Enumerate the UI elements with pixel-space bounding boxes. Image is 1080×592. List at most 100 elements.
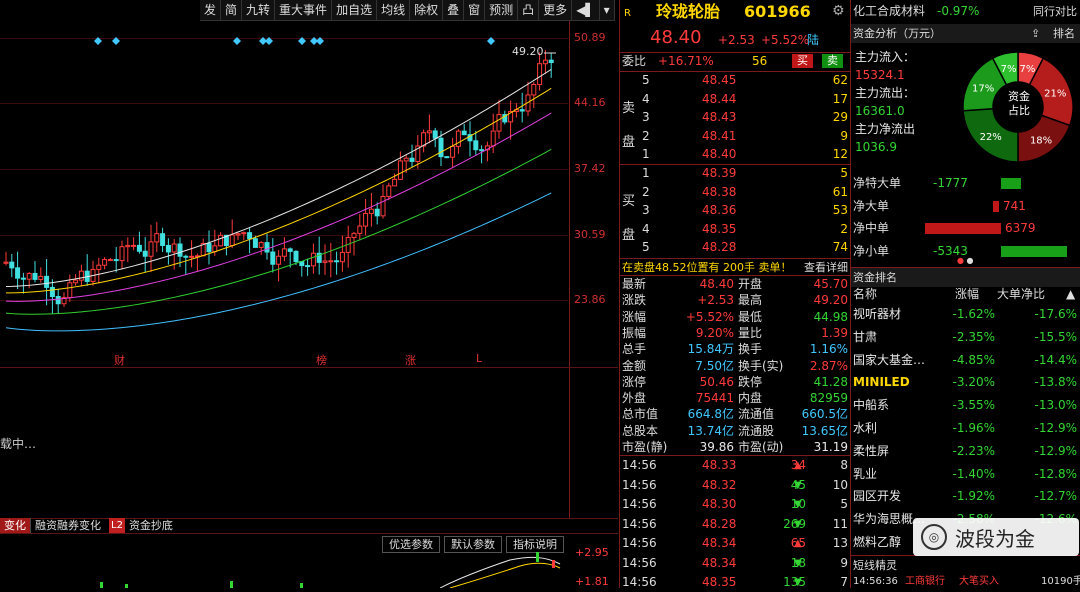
tick-row: 14:56 48.33 34 ▲ 8 <box>620 456 850 475</box>
sell-side-label: 卖盘 <box>622 101 636 150</box>
rank-row[interactable]: 柔性屏 -2.23% -12.9% <box>851 442 1080 461</box>
stat-row: 总市值 664.8亿 流通值 660.5亿 <box>622 407 848 422</box>
diamond-marker-icon[interactable] <box>112 37 120 45</box>
candle-body <box>160 233 166 246</box>
candle-body <box>392 178 398 187</box>
sector-name[interactable]: 化工合成材料 <box>853 2 925 21</box>
sell-row[interactable]: 4 48.44 17 <box>620 90 850 109</box>
indicator-value-2: +1.81 <box>575 575 609 588</box>
share-icon[interactable]: ⇪ <box>1031 24 1040 43</box>
toolbar-item[interactable]: 九转 <box>242 0 276 20</box>
tab-change[interactable]: 变化 <box>0 518 30 533</box>
candle-body <box>270 251 276 265</box>
page-dots[interactable]: ● ● <box>957 256 974 265</box>
toolbar-item[interactable]: 更多 <box>539 0 573 20</box>
marker-fin[interactable]: 财 <box>114 352 125 368</box>
toolbar-item[interactable]: 除权 <box>410 0 444 20</box>
kline-chart-area[interactable]: 发简九转 重大事件 加自选 均线 除权叠窗预测凸更多 ◀▌ ▾ 50.89 44.16 37.4… <box>0 0 618 588</box>
candle-body <box>455 130 461 147</box>
candle-body <box>461 130 467 136</box>
rank-row[interactable]: 中船系 -3.55% -13.0% <box>851 396 1080 415</box>
sort-up-icon[interactable]: ▲ <box>1066 285 1075 304</box>
stock-change-pct: +5.52% <box>761 33 810 47</box>
toolbar-item[interactable]: 加自选 <box>332 0 378 20</box>
stat-row: 涨跌 +2.53 最高 49.20 <box>622 293 848 308</box>
buy-row[interactable]: 4 48.35 2 <box>620 220 850 239</box>
toolbar-item[interactable]: 发 <box>200 0 222 20</box>
marker-l[interactable]: L <box>476 352 482 365</box>
candle-body <box>107 259 113 262</box>
candle-body <box>293 250 299 263</box>
candle-body <box>409 157 415 162</box>
diamond-marker-icon[interactable] <box>233 37 241 45</box>
stat-row: 总手 15.84万 换手 1.16% <box>622 342 848 357</box>
tab-margin-change[interactable]: 融资融券变化 <box>30 518 105 533</box>
toolbar-item[interactable]: ▾ <box>600 0 615 20</box>
rank-header-pct[interactable]: 涨幅 <box>955 285 979 304</box>
buy-row[interactable]: 3 48.36 53 <box>620 201 850 220</box>
flow-row: 净特大单 -1777 <box>851 174 1080 193</box>
inflow-label: 主力流入： <box>855 50 916 64</box>
toolbar-item[interactable]: 预测 <box>485 0 519 20</box>
volume-bars <box>100 581 303 588</box>
candle-body <box>310 252 316 267</box>
toolbar-item[interactable]: 重大事件 <box>275 0 333 20</box>
stat-row: 涨停 50.46 跌停 41.28 <box>622 374 848 389</box>
fund-sidebar: 化工合成材料 -0.97% 同行对比 资金分析（万元） ⇪ 排名 主力流入： 1… <box>850 0 1080 588</box>
rank-header-name[interactable]: 名称 <box>853 285 877 304</box>
loading-text: 载中… <box>0 437 37 451</box>
candle-body <box>235 233 241 236</box>
sell-row[interactable]: 2 48.41 9 <box>620 127 850 146</box>
fund-analysis-header: 资金分析（万元） ⇪ 排名 <box>851 24 1080 43</box>
diamond-marker-icon[interactable] <box>265 37 273 45</box>
diamond-marker-icon[interactable] <box>316 37 324 45</box>
candle-body <box>334 260 340 263</box>
candle-body <box>165 244 171 253</box>
peer-compare-link[interactable]: 同行对比 <box>1033 2 1077 21</box>
fund-analysis-title: 资金分析（万元） <box>853 27 941 40</box>
short-spirit-row[interactable]: 14:56:36 工商银行 大笔买入 10190手 <box>851 572 1080 591</box>
event-markers: 财 榜 涨 L <box>0 352 568 368</box>
rank-row[interactable]: 国家大基金… -4.85% -14.4% <box>851 351 1080 370</box>
candle-body <box>206 242 212 253</box>
buy-row[interactable]: 5 48.28 74 <box>620 238 850 257</box>
settings-gear-icon[interactable]: ⚙ <box>832 2 845 21</box>
diamond-marker-icon[interactable] <box>487 37 495 45</box>
stat-row: 外盘 75441 内盘 82959 <box>622 391 848 406</box>
rank-row[interactable]: 水利 -1.96% -12.9% <box>851 419 1080 438</box>
candle-body <box>154 233 160 243</box>
chart-toolbar: 发简九转 重大事件 加自选 均线 除权叠窗预测凸更多 ◀▌ ▾ <box>200 0 615 21</box>
stat-row: 振幅 9.20% 量比 1.39 <box>622 325 848 340</box>
buy-row[interactable]: 2 48.38 61 <box>620 183 850 202</box>
pie-label: 18% <box>1030 136 1052 147</box>
rank-header-ratio[interactable]: 大单净比 <box>997 285 1045 304</box>
toolbar-item[interactable]: 简 <box>221 0 243 20</box>
marker-limit[interactable]: 涨 <box>405 352 416 368</box>
tab-fund-bottom[interactable]: 资金抄底 <box>125 518 177 533</box>
rank-row[interactable]: 甘肃 -2.35% -15.5% <box>851 328 1080 347</box>
sell-row[interactable]: 5 48.45 62 <box>620 71 850 90</box>
diamond-marker-icon[interactable] <box>298 37 306 45</box>
rank-row[interactable]: 园区开发 -1.92% -12.7% <box>851 487 1080 506</box>
diamond-marker-icon[interactable] <box>94 37 102 45</box>
weibi-label: 委比 <box>622 54 647 68</box>
toolbar-item[interactable]: 均线 <box>377 0 411 20</box>
candle-body <box>3 261 9 264</box>
candle-body <box>264 242 270 253</box>
toolbar-item[interactable]: 叠 <box>443 0 465 20</box>
stock-badge: R <box>624 8 631 19</box>
marker-rank[interactable]: 榜 <box>316 352 327 368</box>
sell-row[interactable]: 3 48.43 29 <box>620 108 850 127</box>
candle-body <box>9 261 15 269</box>
toolbar-item[interactable]: ◀▌ <box>572 0 600 20</box>
optimal-params-button[interactable]: 优选参数 <box>382 536 440 553</box>
candle-body <box>171 243 177 253</box>
toolbar-item[interactable]: 窗 <box>464 0 486 20</box>
sell-row[interactable]: 1 48.40 12 <box>620 145 850 164</box>
rank-row[interactable]: MINILED -3.20% -13.8% <box>851 373 1080 392</box>
toolbar-item[interactable]: 凸 <box>518 0 540 20</box>
rank-row[interactable]: 乳业 -1.40% -12.8% <box>851 465 1080 484</box>
buy-row[interactable]: 1 48.39 5 <box>620 164 850 183</box>
fund-rank-link[interactable]: 排名 <box>1053 24 1075 43</box>
rank-row[interactable]: 视听器材 -1.62% -17.6% <box>851 305 1080 324</box>
